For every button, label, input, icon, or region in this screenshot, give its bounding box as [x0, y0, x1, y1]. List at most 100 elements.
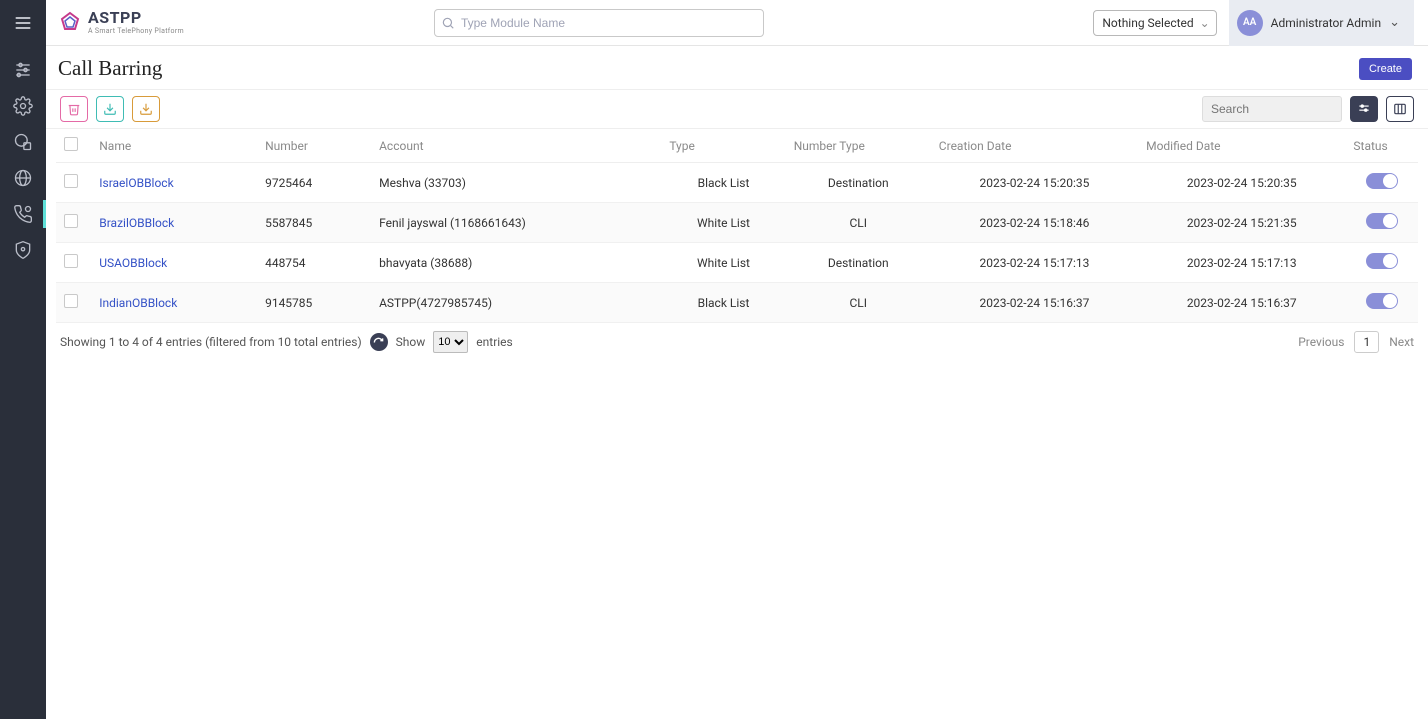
row-checkbox[interactable] — [64, 294, 78, 308]
globe-icon — [13, 168, 33, 188]
entries-info: Showing 1 to 4 of 4 entries (filtered fr… — [60, 335, 362, 349]
row-modified: 2023-02-24 15:20:35 — [1138, 163, 1345, 203]
nav-item-6[interactable] — [0, 232, 46, 268]
row-modified: 2023-02-24 15:21:35 — [1138, 203, 1345, 243]
hamburger-icon — [13, 13, 33, 33]
avatar: AA — [1237, 10, 1263, 36]
refresh-icon — [373, 337, 384, 348]
status-toggle[interactable] — [1366, 173, 1398, 189]
table-footer: Showing 1 to 4 of 4 entries (filtered fr… — [46, 323, 1428, 361]
gear-icon — [13, 96, 33, 116]
row-name-link[interactable]: IndianOBBlock — [99, 296, 177, 310]
status-toggle[interactable] — [1366, 293, 1398, 309]
upload-icon — [103, 102, 117, 116]
refresh-button[interactable] — [370, 333, 388, 351]
table-row: IndianOBBlock9145785ASTPP(4727985745)Bla… — [56, 283, 1418, 323]
create-button[interactable]: Create — [1359, 58, 1412, 80]
show-label: Show — [396, 335, 426, 349]
row-name-link[interactable]: IsraelOBBlock — [99, 176, 173, 190]
table-search-input[interactable] — [1202, 96, 1342, 122]
col-modified-date[interactable]: Modified Date — [1138, 129, 1345, 163]
top-header: ASTPP A Smart TelePhony Platform Nothing… — [0, 0, 1428, 46]
nav-item-4[interactable] — [0, 160, 46, 196]
row-checkbox[interactable] — [64, 174, 78, 188]
row-created: 2023-02-24 15:20:35 — [931, 163, 1138, 203]
row-type: White List — [661, 243, 785, 283]
row-created: 2023-02-24 15:16:37 — [931, 283, 1138, 323]
import-button[interactable] — [96, 96, 124, 122]
trash-icon — [67, 102, 81, 116]
globe-grid-icon — [13, 132, 33, 152]
row-number-type: Destination — [786, 243, 931, 283]
row-modified: 2023-02-24 15:17:13 — [1138, 243, 1345, 283]
row-name-link[interactable]: USAOBBlock — [99, 256, 167, 270]
user-name: Administrator Admin — [1271, 16, 1381, 30]
user-menu[interactable]: AA Administrator Admin ⌄ — [1229, 0, 1414, 46]
top-selector-label: Nothing Selected — [1102, 16, 1193, 30]
col-type[interactable]: Type — [661, 129, 785, 163]
top-selector[interactable]: Nothing Selected ⌄ — [1093, 10, 1216, 36]
page-title: Call Barring — [58, 56, 162, 81]
columns-button[interactable] — [1386, 96, 1414, 122]
module-search — [434, 9, 764, 37]
row-account: Fenil jayswal (1168661643) — [371, 203, 661, 243]
entries-label: entries — [476, 335, 512, 349]
row-number-type: CLI — [786, 283, 931, 323]
filter-button[interactable] — [1350, 96, 1378, 122]
search-icon — [441, 16, 455, 30]
col-account[interactable]: Account — [371, 129, 661, 163]
delete-button[interactable] — [60, 96, 88, 122]
logo-mark-icon — [58, 11, 82, 35]
current-page[interactable]: 1 — [1354, 331, 1379, 353]
select-all-checkbox[interactable] — [64, 137, 78, 151]
table-row: BrazilOBBlock 5587845Fenil jayswal (11686… — [56, 203, 1418, 243]
col-number-type[interactable]: Number Type — [786, 129, 931, 163]
nav-item-1[interactable] — [0, 52, 46, 88]
row-created: 2023-02-24 15:18:46 — [931, 203, 1138, 243]
row-name-link[interactable]: BrazilOBBlock — [99, 216, 174, 230]
col-number[interactable]: Number — [257, 129, 371, 163]
export-button[interactable] — [132, 96, 160, 122]
sliders-icon — [13, 60, 33, 80]
row-checkbox[interactable] — [64, 214, 78, 228]
row-number-type: CLI — [786, 203, 931, 243]
module-search-input[interactable] — [434, 9, 764, 37]
columns-icon — [1393, 102, 1407, 116]
row-number: 9725464 — [257, 163, 371, 203]
page-size-select[interactable]: 10 — [433, 331, 468, 353]
col-creation-date[interactable]: Creation Date — [931, 129, 1138, 163]
download-icon — [139, 102, 153, 116]
row-number: 5587845 — [257, 203, 371, 243]
table-row: USAOBBlock448754bhavyata (38688)White Li… — [56, 243, 1418, 283]
row-created: 2023-02-24 15:17:13 — [931, 243, 1138, 283]
brand-tagline: A Smart TelePhony Platform — [88, 28, 184, 35]
row-type: Black List — [661, 283, 785, 323]
row-modified: 2023-02-24 15:16:37 — [1138, 283, 1345, 323]
nav-item-2[interactable] — [0, 88, 46, 124]
menu-toggle[interactable] — [0, 0, 46, 46]
page-content: Call Barring Create Name Number Account — [46, 46, 1428, 719]
status-toggle[interactable] — [1366, 213, 1398, 229]
nav-item-3[interactable] — [0, 124, 46, 160]
left-sidebar — [0, 46, 46, 719]
brand-logo[interactable]: ASTPP A Smart TelePhony Platform — [58, 10, 184, 35]
filter-icon — [1357, 102, 1371, 116]
row-account: bhavyata (38688) — [371, 243, 661, 283]
row-number-type: Destination — [786, 163, 931, 203]
chevron-down-icon: ⌄ — [1389, 15, 1400, 30]
brand-name: ASTPP — [88, 10, 184, 26]
next-page[interactable]: Next — [1389, 335, 1414, 349]
shield-icon — [13, 240, 33, 260]
row-type: Black List — [661, 163, 785, 203]
data-table: Name Number Account Type Number Type Cre… — [56, 129, 1418, 323]
nav-item-5[interactable] — [0, 196, 46, 232]
row-checkbox[interactable] — [64, 254, 78, 268]
col-status[interactable]: Status — [1345, 129, 1418, 163]
phone-icon — [13, 204, 33, 224]
table-toolbar — [46, 89, 1428, 129]
prev-page[interactable]: Previous — [1298, 335, 1344, 349]
status-toggle[interactable] — [1366, 253, 1398, 269]
chevron-down-icon: ⌄ — [1200, 16, 1210, 30]
row-number: 9145785 — [257, 283, 371, 323]
col-name[interactable]: Name — [91, 129, 257, 163]
